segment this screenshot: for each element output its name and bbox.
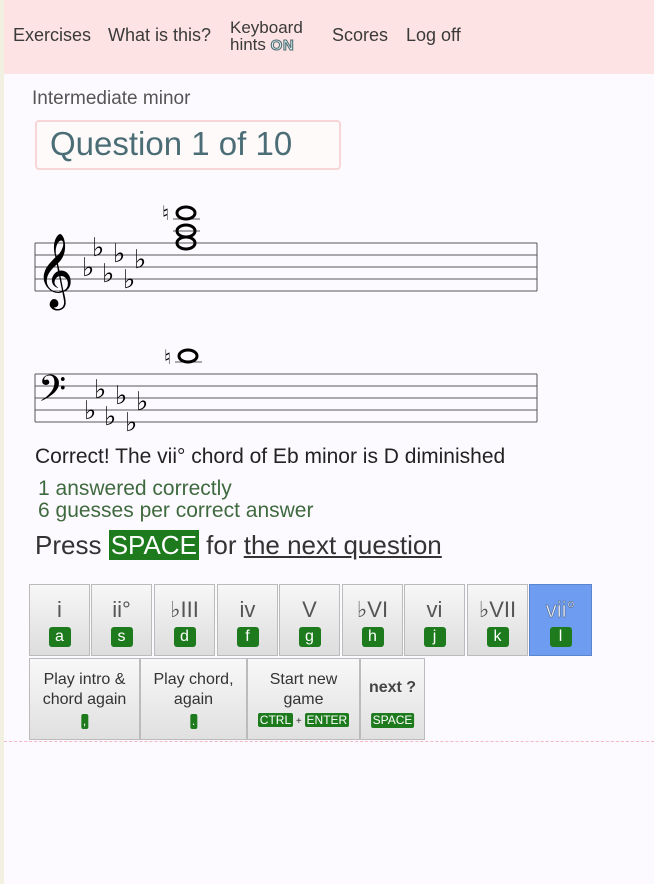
level-title: Intermediate minor — [32, 88, 191, 109]
treble-chord-notes: ♮ — [162, 201, 200, 251]
answered-count: 1 answered correctly — [38, 477, 232, 500]
answer-key-badge: j — [423, 627, 446, 647]
prompt-press-text: Press — [35, 530, 102, 560]
answer-button-flat-vi[interactable]: ♭VI h — [342, 584, 403, 656]
next-label: next ? — [368, 679, 417, 696]
answer-button-v[interactable]: V g — [279, 584, 340, 656]
answer-label: ♭VII — [478, 597, 517, 622]
answer-label: ♭VI — [356, 597, 389, 622]
play-intro-button[interactable]: Play intro & chord again , — [29, 658, 140, 740]
answer-key-badge: a — [48, 627, 71, 647]
top-nav: Exercises What is this? Keyboard hints O… — [4, 0, 654, 74]
answer-button-i[interactable]: i a — [29, 584, 90, 656]
next-question-prompt: Press SPACE for the next question — [35, 530, 442, 561]
answer-label: i — [57, 597, 62, 622]
music-notation: 𝄞 ♭ ♭ ♭ ♭ ♭ ♭ ♮ 𝄢 ♭ ♭ ♭ ♭ ♭ ♭ ♮ — [34, 201, 538, 438]
bass-key-signature: ♭ ♭ ♭ ♭ ♭ ♭ — [84, 375, 148, 438]
start-new-line1: Start new — [269, 671, 338, 688]
answer-label: ii° — [112, 597, 131, 622]
play-intro-label: Play intro & chord again — [30, 670, 139, 710]
feedback-message: Correct! The vii° chord of Eb minor is D… — [35, 445, 506, 468]
ctrl-key-badge: CTRL — [257, 713, 294, 727]
play-intro-line1: Play intro & — [43, 671, 126, 688]
svg-text:♭: ♭ — [136, 387, 148, 417]
answer-button-flat-vii[interactable]: ♭VII k — [467, 584, 528, 656]
answer-button-iv[interactable]: iv f — [217, 584, 278, 656]
left-edge-strip — [0, 0, 4, 884]
nav-keyboard-hints-toggle[interactable]: Keyboard hints ON — [230, 18, 303, 55]
keyboard-hints-state: ON — [270, 37, 295, 55]
answer-label: vii° — [545, 597, 576, 623]
nav-what-is-this-link[interactable]: What is this? — [108, 25, 211, 46]
answer-key-badge: s — [110, 627, 133, 647]
bass-clef-icon: 𝄢 — [38, 368, 66, 419]
nav-log-off-link[interactable]: Log off — [406, 25, 461, 46]
answer-key-badge: k — [486, 627, 509, 647]
play-intro-key-badge: , — [80, 714, 89, 729]
treble-clef-icon: 𝄞 — [36, 234, 74, 311]
answer-button-vi[interactable]: vi j — [404, 584, 465, 656]
start-new-key-combo: CTRL + ENTER — [248, 713, 359, 727]
svg-text:♭: ♭ — [134, 245, 146, 275]
play-chord-key-badge: . — [189, 714, 198, 729]
svg-text:♭: ♭ — [115, 381, 127, 411]
play-chord-label: Play chord, again — [141, 670, 246, 710]
answer-label: iv — [239, 597, 256, 622]
answer-key-badge: g — [298, 627, 321, 647]
natural-sign-icon: ♮ — [164, 345, 171, 369]
start-new-line2: game — [283, 691, 324, 708]
answer-key-badge: f — [236, 627, 259, 647]
keyboard-hints-line1: Keyboard — [230, 18, 303, 37]
treble-key-signature: ♭ ♭ ♭ ♭ ♭ ♭ — [82, 233, 146, 295]
answer-label: V — [302, 597, 317, 622]
play-chord-line1: Play chord, — [153, 671, 234, 688]
section-divider — [4, 741, 654, 742]
answer-button-flat-iii[interactable]: ♭III d — [154, 584, 215, 656]
answer-key-badge: h — [361, 627, 384, 647]
natural-sign-icon: ♮ — [162, 201, 169, 225]
prompt-space-key: SPACE — [108, 530, 199, 560]
play-chord-button[interactable]: Play chord, again . — [140, 658, 247, 740]
keyboard-hints-line2: hints ON — [230, 35, 303, 55]
guesses-per-answer: 6 guesses per correct answer — [38, 499, 314, 522]
answer-button-ii-dim[interactable]: ii° s — [91, 584, 152, 656]
play-intro-line2: chord again — [42, 691, 127, 708]
key-plus: + — [295, 716, 302, 727]
nav-exercises-link[interactable]: Exercises — [13, 25, 91, 46]
play-chord-line2: again — [173, 691, 214, 708]
keyboard-hints-text: hints — [230, 35, 266, 54]
question-counter-box: Question 1 of 10 — [35, 120, 341, 170]
answer-button-vii-dim[interactable]: vii° l — [529, 584, 592, 656]
bass-chord-note: ♮ — [164, 345, 202, 369]
next-button[interactable]: next ? SPACE — [360, 658, 425, 740]
answer-label: vi — [426, 597, 443, 622]
start-new-game-button[interactable]: Start new game CTRL + ENTER — [247, 658, 360, 740]
nav-scores-link[interactable]: Scores — [332, 25, 388, 46]
enter-key-badge: ENTER — [304, 713, 350, 727]
prompt-for-text: for — [206, 530, 237, 560]
answer-label: ♭III — [170, 597, 199, 622]
next-key-badge: SPACE — [370, 713, 415, 728]
answer-key-badge: l — [549, 627, 572, 647]
start-new-game-label: Start new game — [248, 670, 359, 710]
svg-text:♭: ♭ — [94, 375, 106, 405]
next-question-link[interactable]: the next question — [244, 530, 442, 560]
question-counter: Question 1 of 10 — [50, 125, 293, 162]
answer-key-badge: d — [173, 627, 196, 647]
